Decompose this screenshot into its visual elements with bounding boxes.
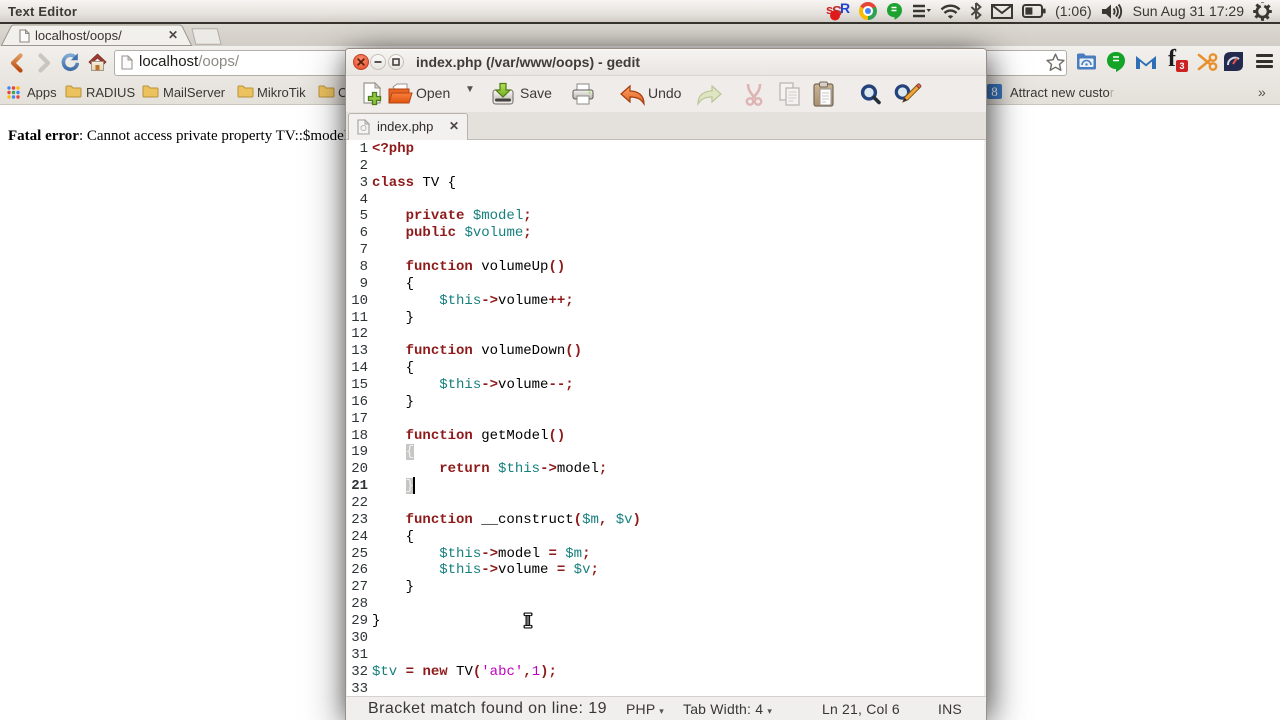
svg-text:R: R	[840, 1, 850, 16]
